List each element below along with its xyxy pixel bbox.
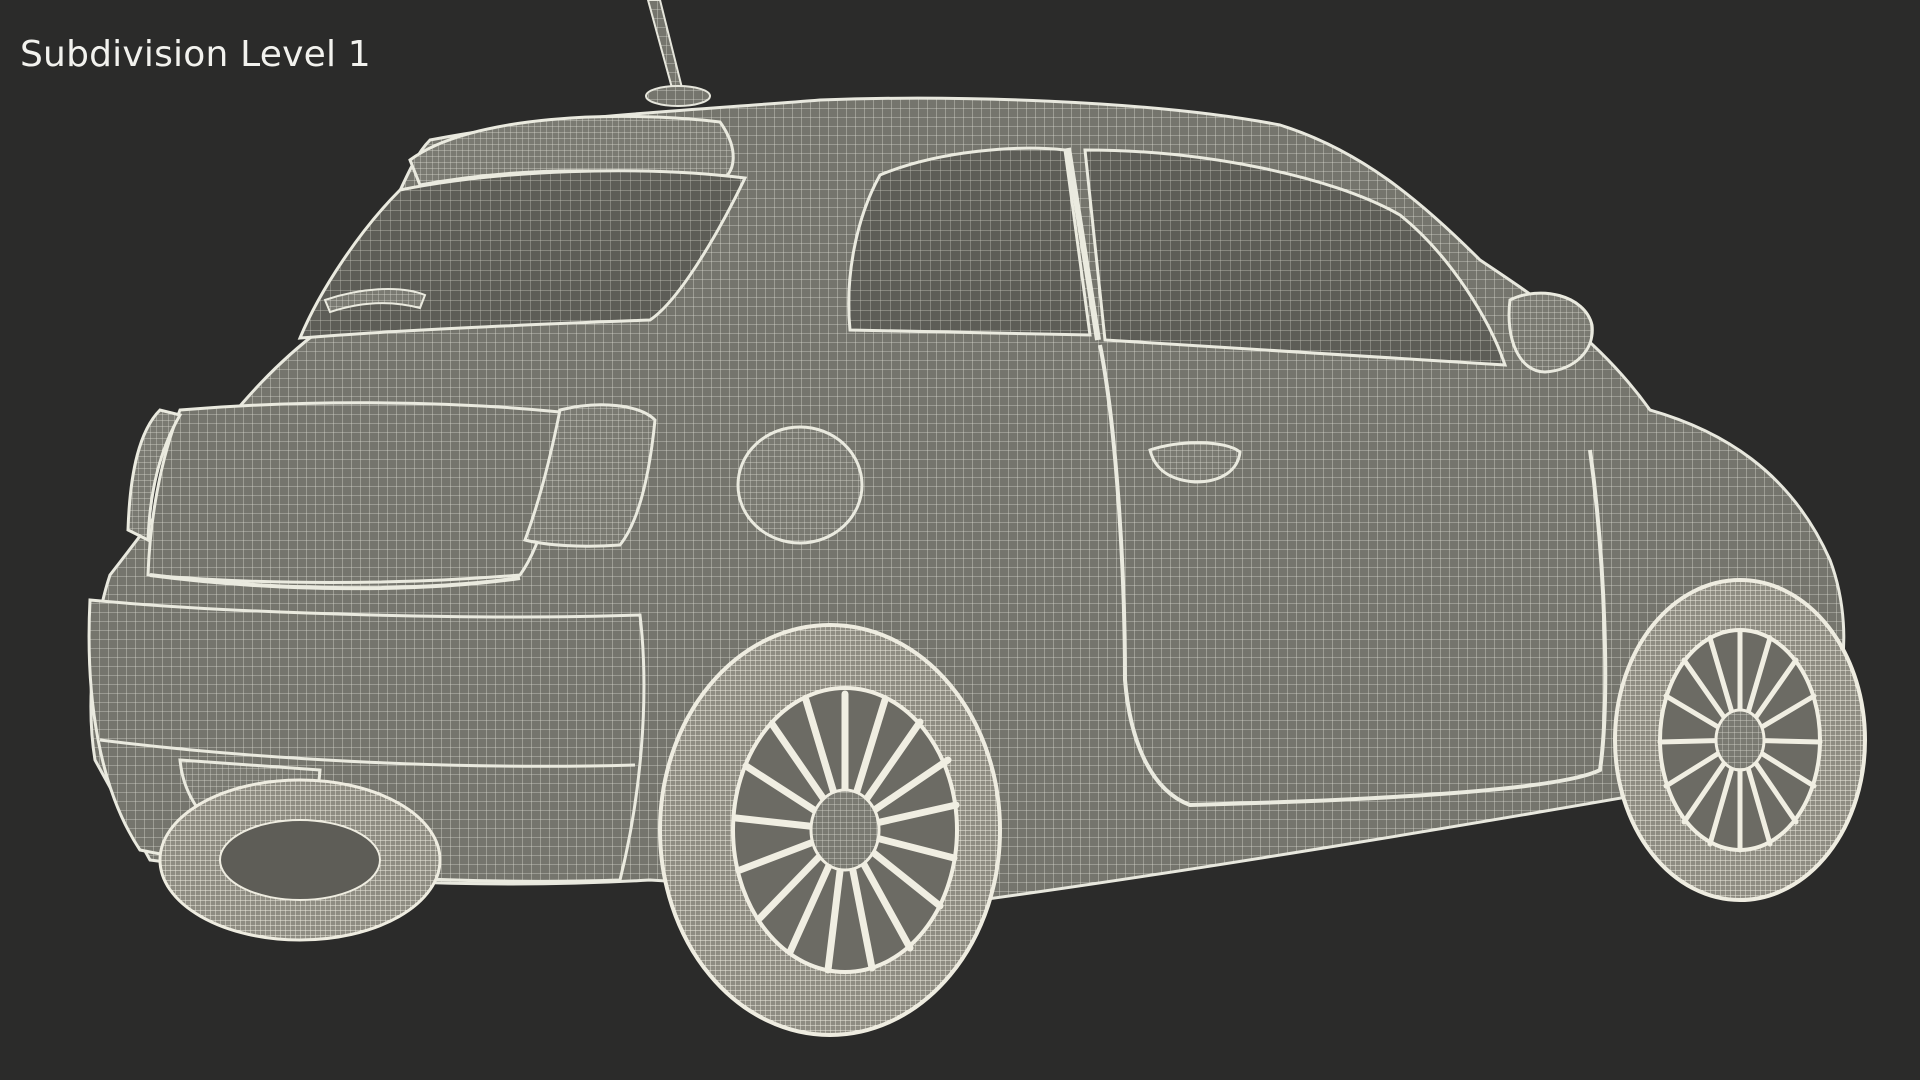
- charge-port-door: [736, 425, 864, 545]
- subdivision-level-label: Subdivision Level 1: [20, 34, 371, 75]
- front-right-wheel: [1613, 578, 1867, 902]
- rear-right-wheel: [658, 623, 1002, 1037]
- side-mirror: [1507, 291, 1594, 374]
- rear-left-wheel: [158, 778, 442, 942]
- car-wireframe-render: [87, 0, 1867, 1037]
- render-viewport: Subdivision Level 1: [0, 0, 1920, 1080]
- side-windows: [847, 146, 1508, 367]
- antenna: [645, 0, 711, 107]
- tailgate: [146, 401, 562, 591]
